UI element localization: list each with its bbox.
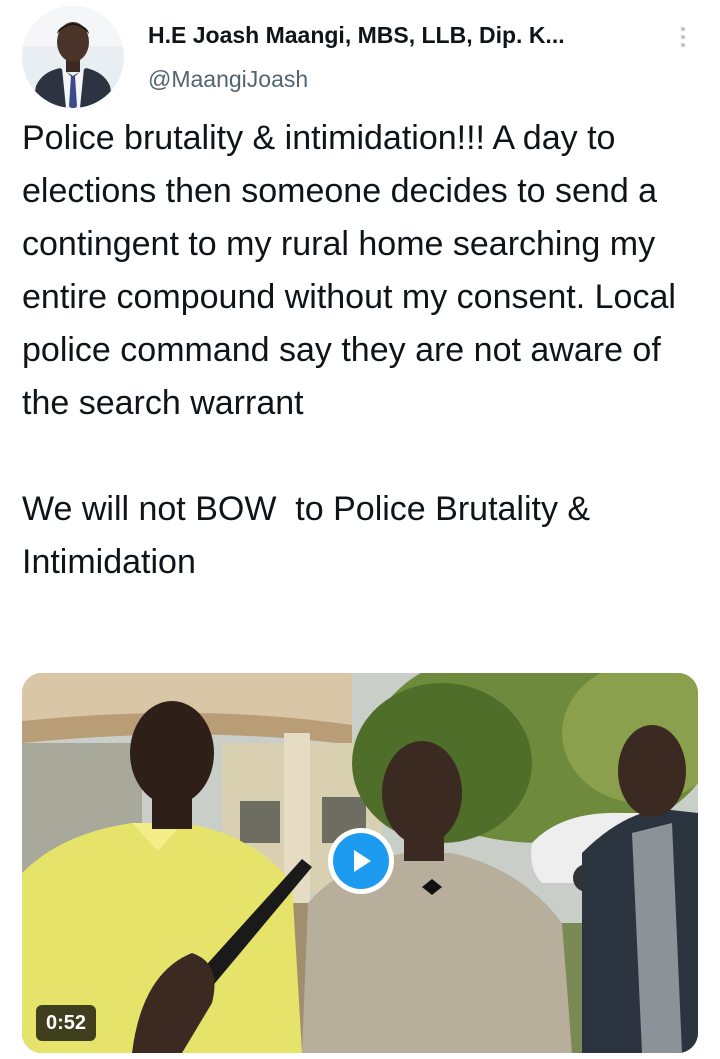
author-handle[interactable]: @MaangiJoash: [148, 66, 308, 93]
play-button[interactable]: [328, 828, 394, 894]
play-icon: [333, 833, 389, 889]
tweet-header: H.E Joash Maangi, MBS, LLB, Dip. K... @M…: [0, 0, 720, 110]
video-duration-badge: 0:52: [36, 1005, 97, 1041]
more-vertical-icon[interactable]: [668, 22, 698, 52]
more-dot: [681, 35, 685, 39]
more-dot: [681, 27, 685, 31]
tweet-paragraph-1: Police brutality & intimidation!!! A day…: [22, 119, 686, 422]
tweet-paragraph-2: We will not BOW to Police Brutality & In…: [22, 490, 600, 581]
avatar-image: [22, 6, 124, 108]
avatar[interactable]: [22, 6, 124, 108]
author-display-name[interactable]: H.E Joash Maangi, MBS, LLB, Dip. K...: [148, 22, 668, 49]
tweet-text: Police brutality & intimidation!!! A day…: [22, 112, 698, 589]
more-dot: [681, 43, 685, 47]
